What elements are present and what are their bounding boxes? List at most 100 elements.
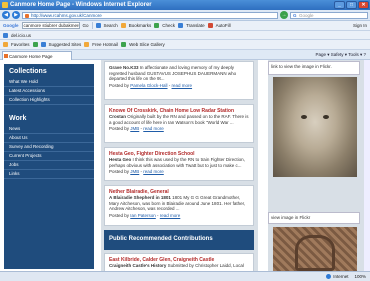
bookmark-icon bbox=[120, 23, 126, 28]
card-body: Originally built by the RN and passed on… bbox=[109, 114, 249, 125]
window-title: Canmore Home Page - Windows Internet Exp… bbox=[10, 2, 152, 8]
card-lead: Hesta Geo bbox=[109, 157, 132, 162]
read-more-link[interactable]: read more bbox=[143, 126, 164, 131]
card-author-link[interactable]: Pamela Glock-Hall bbox=[130, 83, 167, 88]
zone-label: Internet bbox=[333, 274, 349, 279]
toolbar-separator bbox=[91, 22, 93, 29]
read-more-link[interactable]: read more bbox=[160, 213, 181, 218]
sidebar-item-current-projects[interactable]: Current Projects bbox=[4, 152, 94, 161]
image-caption: link to view the image in Flickr. bbox=[271, 64, 332, 69]
card-lead: Craigneith Castle's History bbox=[109, 263, 167, 268]
lion-head-image[interactable] bbox=[273, 77, 357, 177]
maximize-button[interactable]: □ bbox=[346, 1, 357, 9]
search-icon bbox=[95, 23, 101, 28]
contribution-card: Grave No.K33 In affectionate and loving … bbox=[104, 61, 254, 100]
forward-button[interactable]: ▶ bbox=[12, 11, 20, 19]
tab-row: Canmore Home Page Page ▾ Safety ▾ Tools … bbox=[0, 50, 370, 60]
sidebar-item-news[interactable]: News bbox=[4, 125, 94, 134]
image-column: link to view the image in Flickr. view i… bbox=[268, 60, 370, 271]
search-box[interactable]: Google bbox=[290, 11, 368, 19]
favorites-add-icon bbox=[32, 42, 38, 47]
contribution-card: Knowe Of Crosskirk, Chain Home Low Radar… bbox=[104, 104, 254, 143]
sidebar-item-latest-accessions[interactable]: Latest Accessions bbox=[4, 87, 94, 96]
ie-icon bbox=[2, 2, 8, 8]
window-controls: _ □ ✕ bbox=[334, 1, 369, 9]
card-text: Hesta Geo I think this was used by the R… bbox=[109, 157, 249, 168]
check-icon bbox=[154, 23, 160, 28]
sidebar-item-collection-highlights[interactable]: Collection Highlights bbox=[4, 96, 94, 105]
image-detail bbox=[323, 115, 329, 119]
card-text: A Blairadie Shepherd in 1801 1801 My G G… bbox=[109, 195, 249, 212]
google-go-button[interactable]: Go bbox=[83, 23, 89, 28]
posted-prefix: Posted by bbox=[109, 82, 131, 88]
work-heading: Work bbox=[9, 115, 27, 122]
zoom-level[interactable]: 100% bbox=[354, 274, 366, 279]
card-text: Craigneith Castle's History Submitted by… bbox=[109, 263, 249, 269]
view-image-flickr-link[interactable]: view image in Flickr bbox=[269, 213, 359, 222]
suggested-sites-link[interactable]: Suggested Sites bbox=[49, 42, 82, 47]
translate-button[interactable]: Translate bbox=[186, 23, 205, 28]
google-logo: Google bbox=[3, 23, 19, 28]
image-detail bbox=[295, 235, 335, 271]
star-icon bbox=[3, 42, 8, 47]
google-search-input[interactable]: canmore stiubrer dubakmeref bbox=[21, 22, 80, 29]
delicious-button[interactable]: del.icio.us bbox=[11, 33, 31, 38]
hotmail-icon bbox=[84, 42, 90, 47]
back-button[interactable]: ◀ bbox=[2, 11, 10, 19]
go-button[interactable]: → bbox=[280, 11, 288, 19]
status-bar: Internet 100% bbox=[0, 271, 370, 281]
card-posted: Posted by JMB - read more bbox=[109, 126, 164, 131]
sidebar-item-what-we-hold[interactable]: What We Hold bbox=[4, 78, 94, 87]
carved-stone-image[interactable] bbox=[273, 227, 357, 271]
posted-prefix: Posted by bbox=[109, 126, 131, 131]
section-banner: Public Recommended Contributions bbox=[104, 230, 254, 250]
card-lead: Crostan bbox=[109, 114, 127, 119]
favorites-button[interactable]: Favorites bbox=[11, 42, 30, 47]
contribution-card: East Kilbride, Calder Glen, Craigneith C… bbox=[104, 253, 254, 271]
address-bar: ◀ ▶ http://www.rcahms.gov.uk/Canmore → G… bbox=[0, 10, 370, 21]
caption-box: view image in Flickr bbox=[268, 212, 360, 224]
sidebar-item-about-us[interactable]: About Us bbox=[4, 134, 94, 143]
caption-box: link to view the image in Flickr. bbox=[268, 61, 360, 75]
autofill-button[interactable]: AutoFill bbox=[216, 23, 231, 28]
read-more-link[interactable]: read more bbox=[143, 169, 164, 174]
vertical-scrollbar[interactable] bbox=[364, 60, 370, 271]
web-slice-gallery-link[interactable]: Web Slice Gallery bbox=[129, 42, 165, 47]
bookmarks-button[interactable]: Bookmarks bbox=[129, 23, 152, 28]
favorites-bar: Favorites Suggested Sites Free Hotmail W… bbox=[0, 40, 370, 50]
sidebar-item-links[interactable]: Links bbox=[4, 170, 94, 179]
posted-prefix: Posted by bbox=[109, 169, 131, 174]
card-text: Grave No.K33 In affectionate and loving … bbox=[109, 65, 249, 82]
free-hotmail-link[interactable]: Free Hotmail bbox=[92, 42, 118, 47]
command-bar[interactable]: Page ▾ Safety ▾ Tools ▾ ? bbox=[316, 52, 366, 58]
tab-canmore[interactable]: Canmore Home Page bbox=[2, 51, 72, 60]
web-slice-icon bbox=[121, 42, 127, 47]
collections-heading: Collections bbox=[9, 68, 47, 75]
image-detail bbox=[301, 115, 307, 119]
contribution-card: Nether Blairadie, General A Blairadie Sh… bbox=[104, 185, 254, 226]
sidebar: Collections What We Hold Latest Accessio… bbox=[4, 64, 94, 269]
sign-in-link[interactable]: Sign In bbox=[353, 23, 367, 28]
sidebar-item-jobs[interactable]: Jobs bbox=[4, 161, 94, 170]
card-author-link[interactable]: Ian Paterson bbox=[130, 213, 156, 218]
check-button[interactable]: Check bbox=[162, 23, 175, 28]
delicious-toolbar: del.icio.us bbox=[0, 31, 370, 40]
url-field[interactable]: http://www.rcahms.gov.uk/Canmore bbox=[22, 11, 278, 19]
page-content: Collections What We Hold Latest Accessio… bbox=[0, 60, 370, 271]
window-title-bar: Canmore Home Page - Windows Internet Exp… bbox=[0, 0, 370, 10]
security-zone: Internet bbox=[326, 274, 348, 279]
minimize-button[interactable]: _ bbox=[334, 1, 345, 9]
card-author-link[interactable]: JMB bbox=[130, 126, 139, 131]
card-author-link[interactable]: JMB bbox=[130, 169, 139, 174]
card-title[interactable]: Grave No.K33 bbox=[109, 65, 139, 70]
main-column: Grave No.K33 In affectionate and loving … bbox=[101, 60, 258, 271]
close-button[interactable]: ✕ bbox=[358, 1, 369, 9]
card-text: Crostan Originally built by the RN and p… bbox=[109, 114, 249, 125]
card-posted: Posted by JMB - read more bbox=[109, 169, 164, 174]
sidebar-item-survey-recording[interactable]: Survey and Recording bbox=[4, 143, 94, 152]
search-button[interactable]: Search bbox=[104, 23, 118, 28]
read-more-link[interactable]: read more bbox=[172, 83, 193, 88]
card-posted: Posted by Ian Paterson - read more bbox=[109, 212, 181, 218]
delicious-icon bbox=[3, 32, 8, 38]
card-lead: A Blairadie Shepherd in 1801 bbox=[109, 195, 171, 200]
